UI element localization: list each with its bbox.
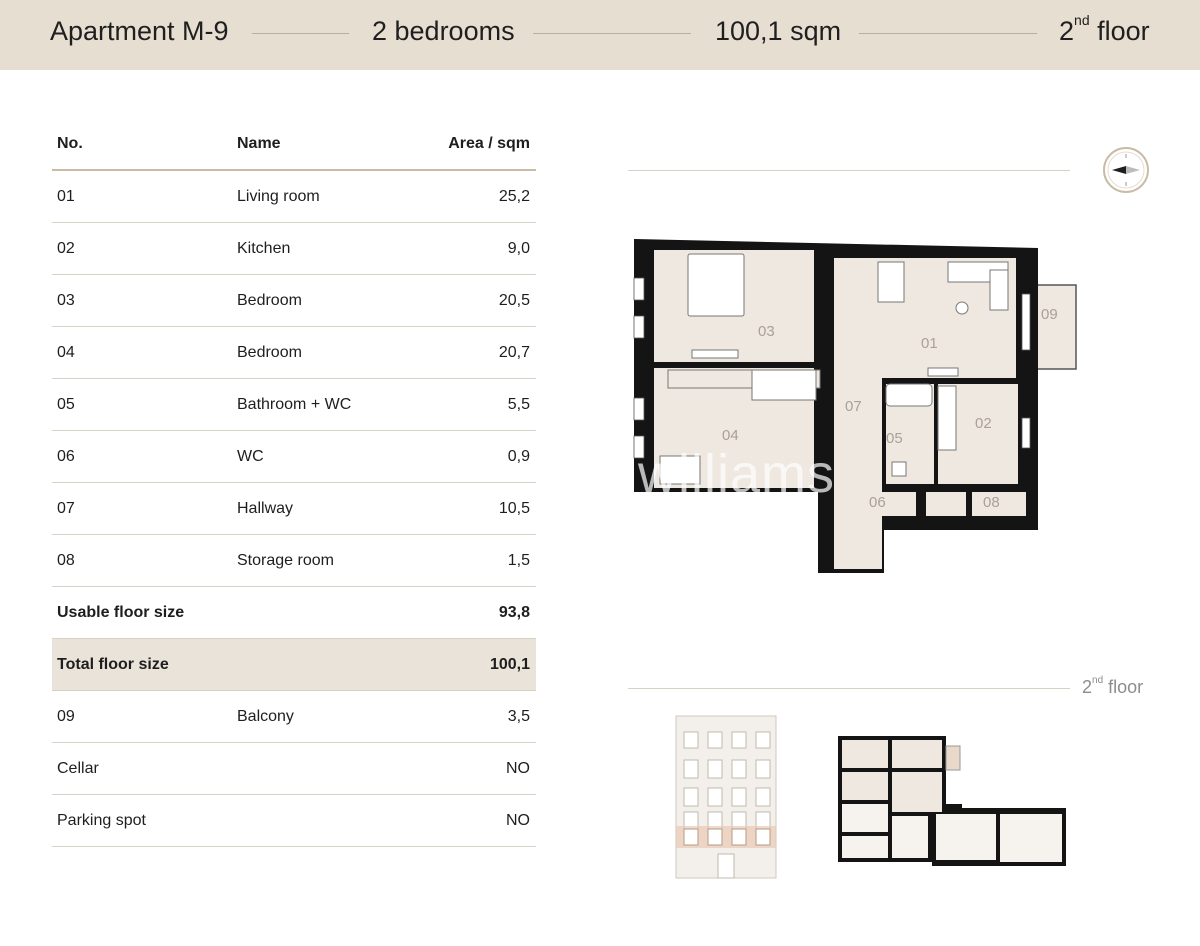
total-floor-size-value: 100,1 (489, 656, 530, 673)
cell-area: NO (506, 760, 530, 777)
cell-area: 0,9 (507, 448, 530, 465)
cell-no: 08 (57, 552, 75, 569)
column-header-no: No. (57, 135, 83, 152)
cell-area: 20,7 (498, 344, 530, 361)
header-bar: Apartment M-9 2 bedrooms 100,1 sqm 2nd f… (0, 0, 1200, 70)
column-header-name: Name (237, 135, 281, 152)
cell-area: 20,5 (498, 292, 530, 309)
floor-indicator: 2nd floor (1059, 12, 1150, 46)
table-row: 06 WC 0,9 (52, 431, 536, 483)
room-label-02: 02 (975, 415, 992, 432)
cell-no: 09 (57, 708, 75, 725)
room-label-09: 09 (1041, 306, 1058, 323)
cell-name: Kitchen (237, 240, 291, 257)
table-row: Cellar NO (52, 743, 536, 795)
total-floor-size-label: Total floor size (57, 656, 169, 673)
cell-name: WC (237, 448, 264, 465)
room-label-01: 01 (921, 335, 938, 352)
balcony-area (1035, 284, 1077, 370)
room-label-03: 03 (758, 323, 775, 340)
cell-name: Balcony (237, 708, 294, 725)
table-row: 05 Bathroom + WC 5,5 (52, 379, 536, 431)
table-row: 07 Hallway 10,5 (52, 483, 536, 535)
table-row: 09 Balcony 3,5 (52, 691, 536, 743)
table-row: 08 Storage room 1,5 (52, 535, 536, 587)
room-07 (834, 364, 882, 569)
table-row: 02 Kitchen 9,0 (52, 223, 536, 275)
apartment-area: 100,1 sqm (715, 16, 842, 46)
cell-no: 05 (57, 396, 75, 413)
compass-icon (1103, 147, 1149, 193)
watermark: williams (638, 444, 835, 504)
cell-area: 25,2 (498, 188, 530, 205)
room-label-06: 06 (869, 494, 886, 511)
cell-area: 5,5 (507, 396, 530, 413)
room-label-08: 08 (983, 494, 1000, 511)
cell-no: Parking spot (57, 812, 146, 829)
building-facade-image (675, 715, 777, 879)
floor-plan-floor-label: 2nd floor (1082, 675, 1144, 697)
header-divider (533, 33, 691, 34)
cell-name: Bathroom + WC (237, 396, 352, 413)
table-row: Parking spot NO (52, 795, 536, 847)
cell-no: 01 (57, 188, 75, 205)
table-row: 04 Bedroom 20,7 (52, 327, 536, 379)
apartment-title: Apartment M-9 (50, 16, 229, 46)
column-header-area: Area / sqm (448, 135, 530, 152)
cell-area: 10,5 (498, 500, 530, 517)
cell-name: Bedroom (237, 344, 302, 361)
room-area-table: No. Name Area / sqm 01 Living room 25,2 02 K… (52, 118, 536, 847)
cell-name: Living room (237, 188, 320, 205)
room-label-05: 05 (886, 430, 903, 447)
table-row: 03 Bedroom 20,5 (52, 275, 536, 327)
cell-no: 03 (57, 292, 75, 309)
cell-name: Bedroom (237, 292, 302, 309)
header-divider (252, 33, 349, 34)
cell-name: Hallway (237, 500, 294, 517)
usable-floor-size-label: Usable floor size (57, 604, 185, 621)
plan-divider-top (628, 170, 1070, 171)
total-floor-size-row: Total floor size 100,1 (52, 639, 536, 691)
cell-no: 04 (57, 344, 75, 361)
floor-plan: 03 01 04 07 05 02 06 08 09 (633, 239, 1077, 573)
cell-no: 02 (57, 240, 75, 257)
cell-no: 07 (57, 500, 75, 517)
table-header-row: No. Name Area / sqm (52, 118, 536, 171)
plan-divider-bottom (628, 688, 1070, 689)
bedrooms-count: 2 bedrooms (372, 16, 515, 46)
cell-area: 1,5 (507, 552, 530, 569)
room-label-07: 07 (845, 398, 862, 415)
room-label-04: 04 (722, 427, 739, 444)
storage-nook (926, 492, 966, 516)
cell-area: NO (506, 812, 530, 829)
cell-area: 9,0 (507, 240, 530, 257)
cell-no: Cellar (57, 760, 99, 777)
usable-floor-size-value: 93,8 (498, 604, 530, 621)
header-divider (859, 33, 1037, 34)
usable-floor-size-row: Usable floor size 93,8 (52, 587, 536, 639)
table-row: 01 Living room 25,2 (52, 171, 536, 223)
cell-area: 3,5 (507, 708, 530, 725)
floor-overview-minimap (838, 736, 1066, 866)
cell-name: Storage room (237, 552, 334, 569)
cell-no: 06 (57, 448, 75, 465)
